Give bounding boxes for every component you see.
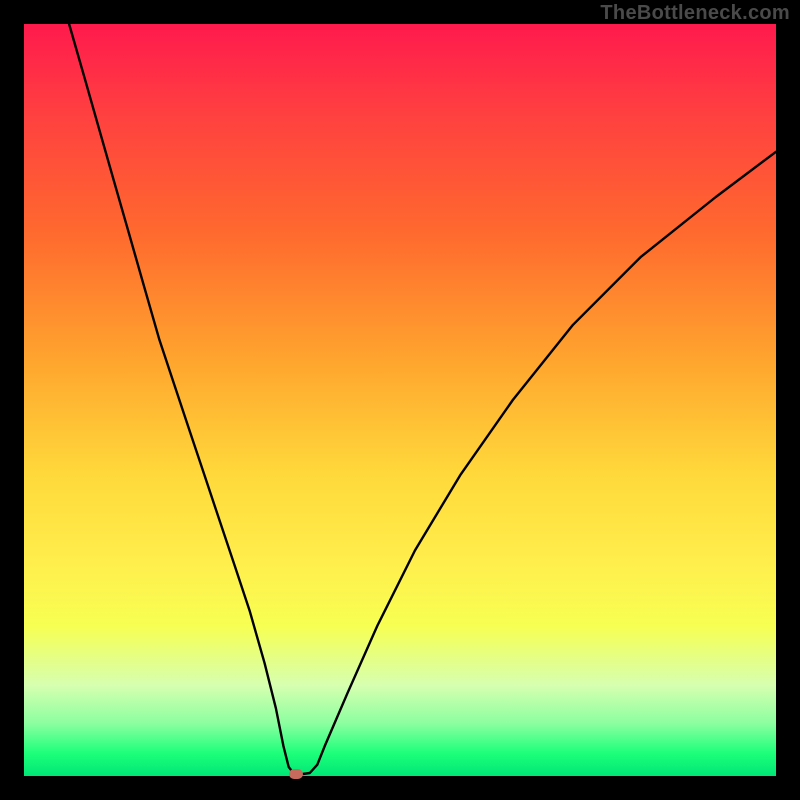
chart-plot-area xyxy=(24,24,776,776)
chart-frame: TheBottleneck.com xyxy=(0,0,800,800)
optimum-marker xyxy=(289,769,303,779)
watermark-text: TheBottleneck.com xyxy=(600,2,790,25)
bottleneck-curve xyxy=(24,24,776,776)
